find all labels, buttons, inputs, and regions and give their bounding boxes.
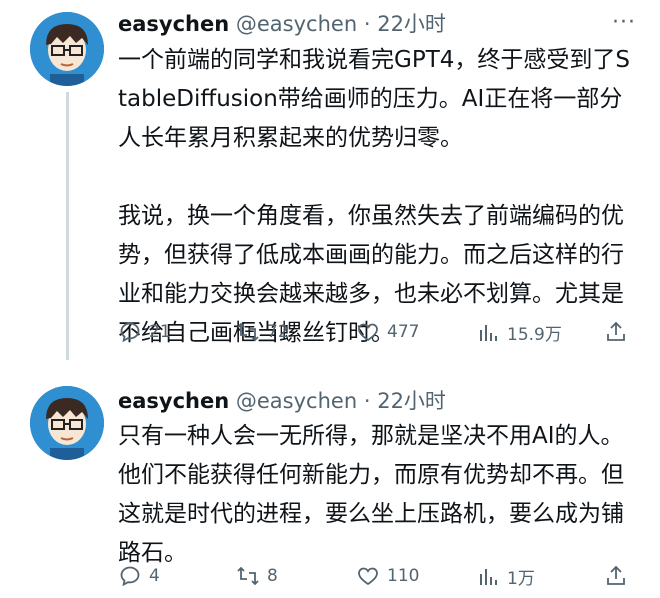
thread-connector-line xyxy=(66,92,69,360)
tweet-header: easychen @easychen · 22小时 xyxy=(118,385,446,415)
share-icon xyxy=(607,565,625,585)
tweet-text: 只有一种人会一无所得，那就是坚决不用AI的人。他们不能获得任何新能力，而原有优势… xyxy=(118,423,624,566)
retweet-icon xyxy=(237,566,259,586)
like-button[interactable]: 477 xyxy=(356,320,419,344)
tweet-actions: 4 8 110 1万 xyxy=(118,564,638,592)
view-count: 15.9万 xyxy=(507,325,562,345)
timestamp[interactable]: 22小时 xyxy=(377,389,446,413)
retweet-icon xyxy=(237,322,259,342)
like-count: 477 xyxy=(387,322,420,342)
share-button[interactable] xyxy=(604,320,628,344)
reply-button[interactable]: 4 xyxy=(118,564,160,588)
share-icon xyxy=(607,321,625,341)
tweet-2[interactable]: easychen @easychen · 22小时 只有一种人会一无所得，那就是… xyxy=(0,365,660,598)
tweet-1[interactable]: easychen @easychen · 22小时 ··· 一个前端的同学和我说… xyxy=(0,0,660,365)
retweet-count: 8 xyxy=(267,566,278,586)
heart-icon xyxy=(358,567,378,586)
reply-count: 4 xyxy=(149,566,160,586)
separator-dot: · xyxy=(363,12,371,36)
views-button[interactable]: 1万 xyxy=(476,564,535,589)
like-count: 110 xyxy=(387,566,420,586)
reply-icon xyxy=(120,322,140,343)
share-button[interactable] xyxy=(604,564,628,588)
retweet-button[interactable]: 72 xyxy=(236,320,289,344)
timestamp[interactable]: 22小时 xyxy=(377,12,446,36)
tweet-header: easychen @easychen · 22小时 xyxy=(118,8,446,38)
avatar[interactable] xyxy=(30,12,104,86)
tweet-actions: 21 72 477 15.9万 xyxy=(118,320,638,348)
avatar-illustration xyxy=(30,386,104,460)
tweet-text: 一个前端的同学和我说看完GPT4，终于感受到了StableDiffusion带给… xyxy=(118,47,630,346)
avatar[interactable] xyxy=(30,386,104,460)
reply-button[interactable]: 21 xyxy=(118,320,171,344)
like-button[interactable]: 110 xyxy=(356,564,419,588)
views-button[interactable]: 15.9万 xyxy=(476,320,562,345)
avatar-column xyxy=(30,12,104,86)
analytics-icon xyxy=(480,324,497,341)
author-name[interactable]: easychen xyxy=(118,12,229,36)
avatar-illustration xyxy=(30,12,104,86)
separator-dot: · xyxy=(363,389,371,413)
reply-icon xyxy=(120,566,140,587)
retweet-count: 72 xyxy=(267,322,289,342)
heart-icon xyxy=(358,323,378,342)
more-dots-icon[interactable]: ··· xyxy=(612,10,636,35)
author-handle[interactable]: @easychen xyxy=(236,389,357,413)
author-handle[interactable]: @easychen xyxy=(236,12,357,36)
view-count: 1万 xyxy=(507,569,535,589)
avatar-column xyxy=(30,386,104,460)
reply-count: 21 xyxy=(149,322,171,342)
retweet-button[interactable]: 8 xyxy=(236,564,278,588)
analytics-icon xyxy=(480,568,497,585)
author-name[interactable]: easychen xyxy=(118,389,229,413)
